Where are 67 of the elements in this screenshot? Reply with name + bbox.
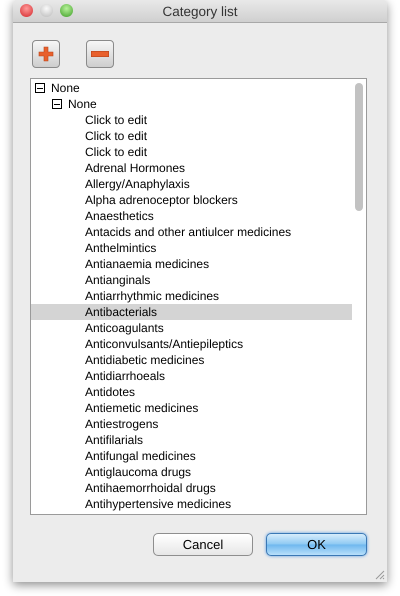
tree-row[interactable]: Anaesthetics — [31, 208, 352, 224]
category-label: Antidiarrhoeals — [85, 369, 166, 383]
tree-row[interactable]: Antidiarrhoeals — [31, 368, 352, 384]
category-label: Anticonvulsants/Antiepileptics — [85, 337, 244, 351]
tree-row[interactable]: Antiestrogens — [31, 416, 352, 432]
tree-row[interactable]: Antifungal medicines — [31, 448, 352, 464]
category-label: Antibacterials — [85, 305, 158, 319]
scrollbar-thumb[interactable] — [355, 83, 363, 211]
tree-row[interactable]: Antiarrhythmic medicines — [31, 288, 352, 304]
ok-button[interactable]: OK — [266, 533, 367, 556]
category-label: Antidiabetic medicines — [85, 353, 204, 367]
plus-icon — [38, 46, 54, 62]
tree-row[interactable]: Antiemetic medicines — [31, 400, 352, 416]
category-label: Adrenal Hormones — [85, 161, 186, 175]
tree-row[interactable]: Anticoagulants — [31, 320, 352, 336]
category-label: Alpha adrenoceptor blockers — [85, 193, 238, 207]
category-label: Antiemetic medicines — [85, 401, 198, 415]
category-label: None — [68, 97, 97, 111]
tree-row[interactable]: Click to edit — [31, 144, 352, 160]
tree-row[interactable]: Antihypertensive medicines — [31, 496, 352, 512]
tree-row[interactable]: Antianaemia medicines — [31, 256, 352, 272]
tree-row[interactable]: None — [31, 96, 352, 112]
category-label: Antianginals — [85, 273, 150, 287]
remove-button[interactable] — [86, 40, 114, 68]
category-label: Antacids and other antiulcer medicines — [85, 225, 292, 239]
category-label: Anticoagulants — [85, 321, 164, 335]
tree-row[interactable]: Click to edit — [31, 112, 352, 128]
category-label: Antifungal medicines — [85, 449, 196, 463]
category-label: Antiarrhythmic medicines — [85, 289, 220, 303]
category-label: Click to edit — [85, 129, 148, 143]
category-label: Antifilarials — [85, 433, 144, 447]
tree-row[interactable]: Adrenal Hormones — [31, 160, 352, 176]
category-label: Antianaemia medicines — [85, 257, 210, 271]
tree-row[interactable]: Antidotes — [31, 384, 352, 400]
category-label: Allergy/Anaphylaxis — [85, 177, 190, 191]
tree-row[interactable]: Antiglaucoma drugs — [31, 464, 352, 480]
zoom-icon[interactable] — [60, 4, 73, 17]
add-button[interactable] — [32, 40, 60, 68]
tree-row[interactable]: Anticonvulsants/Antiepileptics — [31, 336, 352, 352]
tree-row[interactable]: Antifilarials — [31, 432, 352, 448]
tree-row[interactable]: Anthelmintics — [31, 240, 352, 256]
category-label: Anaesthetics — [85, 209, 154, 223]
category-label: Antidotes — [85, 385, 136, 399]
tree-row[interactable]: None — [31, 80, 352, 96]
resize-grip-icon[interactable] — [374, 569, 385, 580]
tree-row[interactable]: Antidiabetic medicines — [31, 352, 352, 368]
cancel-button[interactable]: Cancel — [153, 533, 253, 556]
collapse-icon[interactable] — [35, 83, 45, 93]
tree-row[interactable]: Antianginals — [31, 272, 352, 288]
tree-row[interactable]: Antihaemorrhoidal drugs — [31, 480, 352, 496]
category-label: Antiestrogens — [85, 417, 158, 431]
collapse-icon[interactable] — [52, 99, 62, 109]
category-label: Antihaemorrhoidal drugs — [85, 481, 216, 495]
window-title: Category list — [162, 4, 238, 18]
category-label: Click to edit — [85, 145, 148, 159]
tree-row[interactable]: Click to edit — [31, 128, 352, 144]
tree-row[interactable]: Allergy/Anaphylaxis — [31, 176, 352, 192]
tree-row[interactable]: Alpha adrenoceptor blockers — [31, 192, 352, 208]
category-label: Antihypertensive medicines — [85, 497, 232, 511]
category-label: Click to edit — [85, 113, 148, 127]
tree-row[interactable]: Antacids and other antiulcer medicines — [31, 224, 352, 240]
category-label: Antiglaucoma drugs — [85, 465, 192, 479]
category-label: Anthelmintics — [85, 241, 156, 255]
category-label: None — [51, 81, 80, 95]
minus-icon — [91, 51, 109, 57]
close-icon[interactable] — [20, 4, 33, 17]
tree-row[interactable]: Antibacterials — [31, 304, 352, 320]
